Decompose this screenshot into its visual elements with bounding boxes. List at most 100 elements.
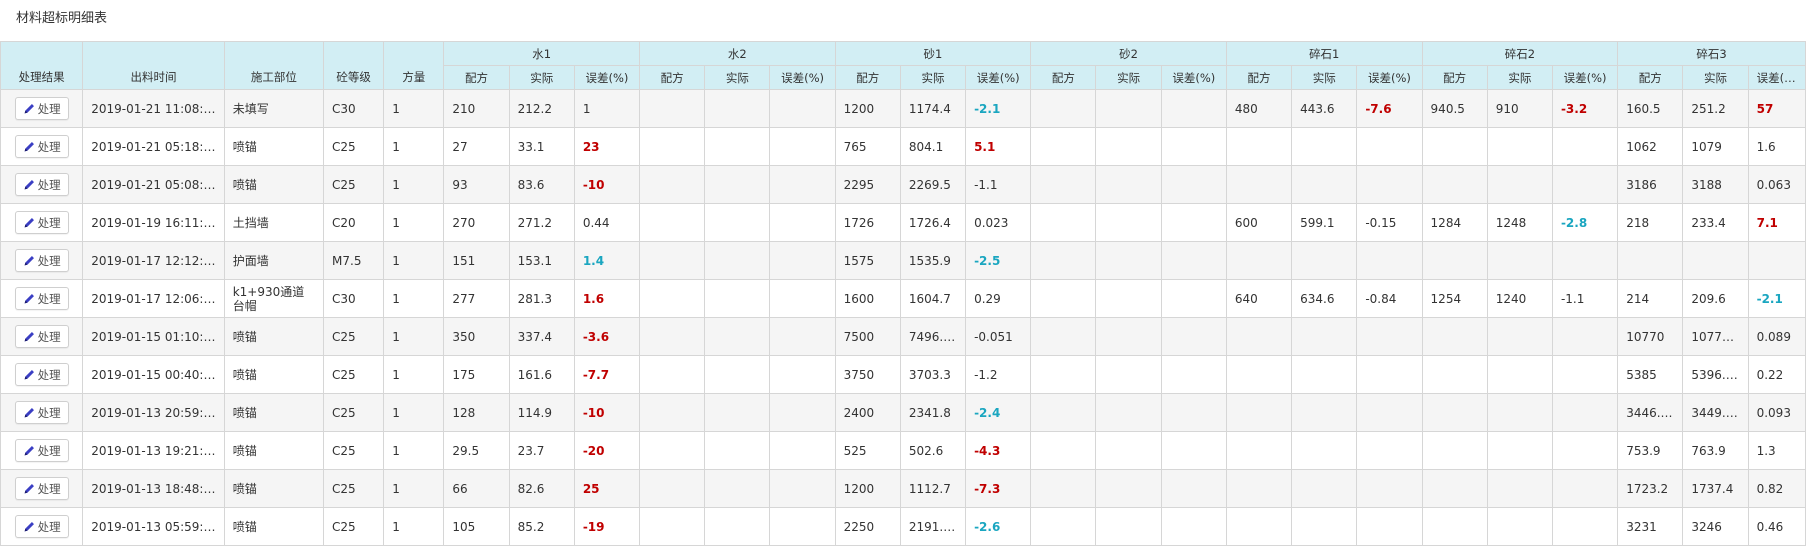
actual-cell: 337.4 [508,317,575,356]
error-cell: -4.3 [965,431,1032,470]
recipe-cell [1030,279,1097,318]
recipe-cell: 1284 [1421,203,1488,242]
qty-cell: 1 [383,165,445,204]
error-cell: -7.6 [1356,89,1423,128]
handle-button[interactable]: 处理 [14,97,69,120]
actual-cell [1291,393,1358,432]
error-cell [769,317,836,356]
recipe-cell: 3750 [834,355,901,394]
part-cell: 喷锚 [223,393,325,432]
actual-cell [1095,469,1162,508]
col-header-time: 出料时间 [82,41,225,90]
recipe-cell: 1600 [834,279,901,318]
recipe-cell [1421,393,1488,432]
handle-button[interactable]: 处理 [14,173,69,196]
pencil-icon [24,142,34,152]
handle-button[interactable]: 处理 [14,515,69,538]
group-header-water2: 水2 [639,41,836,66]
handle-button[interactable]: 处理 [14,249,69,272]
recipe-cell: 940.5 [1421,89,1488,128]
recipe-cell: 214 [1617,279,1684,318]
actual-cell [1486,431,1553,470]
error-cell: -10 [573,393,641,432]
handle-button[interactable]: 处理 [14,135,69,158]
table-row: 处理 2019-01-21 11:08:00 未填写 C30 1 210 212.2 1 120… [0,89,1806,128]
part-cell: 喷锚 [223,507,325,546]
handle-button[interactable]: 处理 [14,325,69,348]
error-cell [1160,507,1227,546]
col-header-grade: 砼等级 [323,41,385,90]
col-header-error: 误差(%) [1747,65,1806,90]
error-cell: -0.84 [1356,279,1423,318]
recipe-cell: 1723.2 [1617,469,1684,508]
error-cell: -2.4 [965,393,1032,432]
grade-cell: C25 [323,507,385,546]
col-header-actual: 实际 [508,65,575,90]
pencil-icon [24,484,34,494]
handle-button[interactable]: 处理 [14,363,69,386]
pencil-icon [24,218,34,228]
error-cell: 1.6 [1747,127,1806,166]
part-cell: 护面墙 [223,241,325,280]
recipe-cell: 765 [834,127,901,166]
table-row: 处理 2019-01-15 00:40:00 喷锚 C25 1 175 161.6 -7.7 3… [0,355,1806,394]
recipe-cell: 128 [443,393,510,432]
error-cell: 0.089 [1747,317,1806,356]
recipe-cell: 270 [443,203,510,242]
handle-button[interactable]: 处理 [14,287,69,310]
actual-cell [704,469,771,508]
recipe-cell: 3446.3... [1617,393,1684,432]
error-cell: -3.6 [573,317,641,356]
error-cell: 1.3 [1747,431,1806,470]
result-cell: 处理 [0,469,84,508]
recipe-cell [639,507,706,546]
error-cell [1551,317,1619,356]
recipe-cell [639,89,706,128]
recipe-cell: 2400 [834,393,901,432]
error-cell: -2.1 [965,89,1032,128]
actual-cell: 1726.4 [899,203,967,242]
actual-cell: 114.9 [508,393,575,432]
actual-cell: 2269.5 [899,165,967,204]
error-cell: -20 [573,431,641,470]
recipe-cell [1617,241,1684,280]
error-cell [769,127,836,166]
actual-cell: 1240 [1486,279,1553,318]
result-cell: 处理 [0,317,84,356]
actual-cell [704,89,771,128]
actual-cell: 502.6 [899,431,967,470]
handle-button[interactable]: 处理 [14,211,69,234]
handle-button[interactable]: 处理 [14,401,69,424]
actual-cell [1291,127,1358,166]
error-cell [1356,317,1423,356]
error-cell [769,393,836,432]
actual-cell: 233.4 [1682,203,1749,242]
time-cell: 2019-01-19 16:11:00 [82,203,225,242]
error-cell [1356,127,1423,166]
actual-cell: 23.7 [508,431,575,470]
recipe-cell: 2295 [834,165,901,204]
actual-cell: 443.6 [1291,89,1358,128]
actual-cell [1291,355,1358,394]
recipe-cell: 1726 [834,203,901,242]
recipe-cell: 27 [443,127,510,166]
error-cell: -7.3 [965,469,1032,508]
col-header-actual: 实际 [704,65,771,90]
table-row: 处理 2019-01-13 20:59:00 喷锚 C25 1 128 114.9 -10 24… [0,393,1806,432]
error-cell: -19 [573,507,641,546]
recipe-cell [1225,355,1293,394]
part-cell: 土挡墙 [223,203,325,242]
error-cell [1160,469,1227,508]
handle-button[interactable]: 处理 [14,477,69,500]
error-cell: 23 [573,127,641,166]
actual-cell [1486,355,1553,394]
error-cell [1356,241,1423,280]
recipe-cell [1030,469,1097,508]
actual-cell: 2341.8 [899,393,967,432]
error-cell [769,507,836,546]
handle-button[interactable]: 处理 [14,439,69,462]
time-cell: 2019-01-21 11:08:00 [82,89,225,128]
recipe-cell: 175 [443,355,510,394]
actual-cell: 161.6 [508,355,575,394]
error-cell: -1.2 [965,355,1032,394]
